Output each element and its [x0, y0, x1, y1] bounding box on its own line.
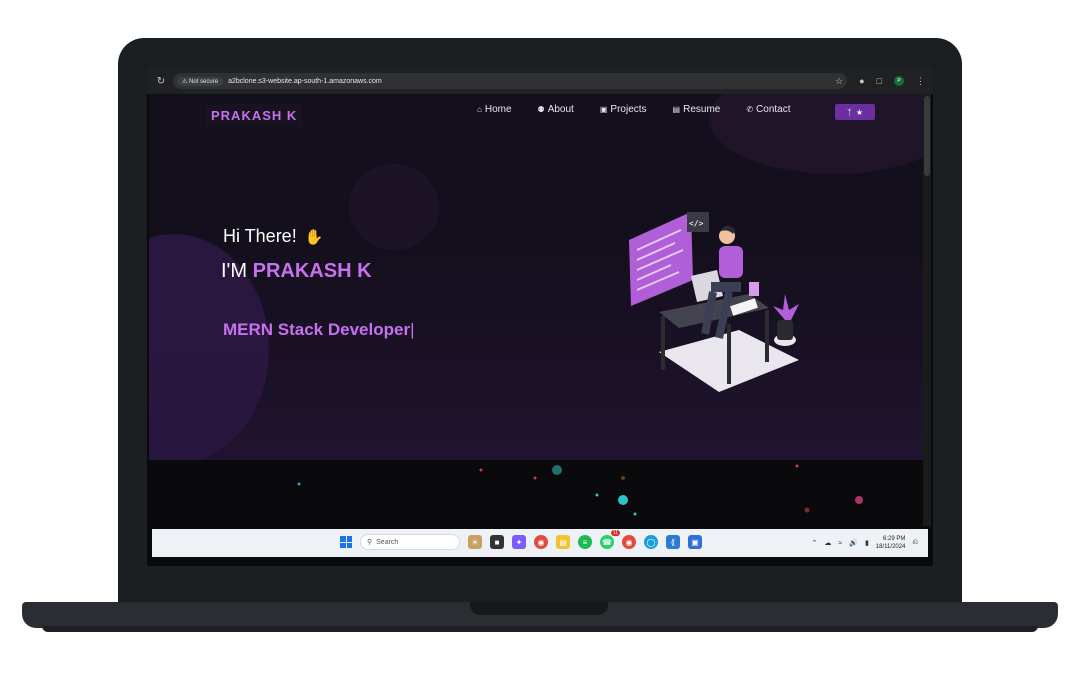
photos-icon[interactable]: ▣ — [688, 535, 702, 549]
task-view-icon[interactable]: ■ — [490, 535, 504, 549]
particle — [618, 495, 628, 505]
notification-bell-icon[interactable]: ⎌ — [912, 539, 918, 547]
phone-icon: ✆ — [746, 105, 754, 114]
copilot-icon[interactable]: ✦ — [512, 535, 526, 549]
security-label: Not secure — [189, 78, 219, 85]
role-text: MERN Stack Developer — [223, 320, 411, 339]
main-nav: ⌂ Home ⚉ About ▣ Projects ▤ Resume ✆ Contact — [477, 104, 791, 115]
widgets-icon[interactable]: ☀ — [468, 535, 482, 549]
nav-label: About — [547, 104, 574, 115]
scrollbar-thumb[interactable] — [924, 96, 930, 176]
chrome-profile-icon[interactable]: ◉ — [622, 535, 636, 549]
clock-time: 6:29 PM — [883, 536, 906, 542]
side-panel-icon[interactable]: □ — [877, 76, 882, 86]
hero-role: MERN Stack Developer| — [223, 320, 415, 340]
laptop-base-foot — [42, 626, 1038, 632]
laptop-mockup: ↻ ⚠ Not secure a2bclone.s3-website.ap-so… — [0, 0, 1080, 686]
particles-section — [149, 460, 923, 526]
developer-illustration: </> — [629, 212, 799, 392]
nav-resume[interactable]: ▤ Resume — [673, 104, 721, 115]
clock-date: 18/11/2024 — [875, 544, 906, 550]
projects-icon: ▣ — [599, 105, 608, 114]
browser-actions: ● □ P ⋮ — [859, 76, 925, 87]
menu-kebab-icon[interactable]: ⋮ — [916, 76, 925, 87]
nav-about[interactable]: ⚉ About — [538, 104, 574, 115]
nav-projects[interactable]: ▣ Projects — [600, 104, 647, 115]
whatsapp-icon[interactable]: ☎ 11 — [600, 530, 620, 549]
waving-hand-icon: ✋ — [304, 228, 324, 246]
screen: ↻ ⚠ Not secure a2bclone.s3-website.ap-so… — [147, 68, 933, 566]
vscode-icon[interactable]: ⟪ — [666, 535, 680, 549]
person-shirt — [719, 246, 743, 278]
code-tag-icon: </> — [689, 219, 704, 228]
chrome-icon[interactable]: ◉ — [534, 535, 548, 549]
chevron-up-icon[interactable]: ⌃ — [812, 539, 818, 547]
security-badge[interactable]: ⚠ Not secure — [177, 76, 224, 86]
intro-prefix: I'M — [221, 260, 248, 282]
search-icon: ⚲ — [367, 539, 373, 546]
user-icon: ⚉ — [537, 105, 545, 114]
volume-icon[interactable]: 🔊 — [849, 539, 858, 547]
nav-home[interactable]: ⌂ Home — [477, 104, 512, 115]
home-icon: ⌂ — [477, 105, 482, 114]
taskbar-apps: ⚲ Search ☀ ■ ✦ ◉ ▤ ≡ ☎ 11 ◉ ◯ ⟪ ▣ — [340, 530, 702, 550]
laptop-notch — [470, 602, 608, 615]
particle — [595, 493, 599, 497]
particle — [533, 476, 537, 480]
particle — [633, 512, 637, 516]
portfolio-page: PRAKASH K ⌂ Home ⚉ About ▣ Projects ▤ Resume… — [149, 94, 923, 526]
extension-icon[interactable]: ● — [859, 76, 864, 86]
cloud-icon[interactable]: ☁ — [824, 539, 831, 547]
url-text[interactable]: a2bclone.s3-website.ap-south-1.amazonaws… — [228, 78, 382, 85]
reload-icon[interactable]: ↻ — [155, 76, 167, 87]
spotify-icon[interactable]: ≡ — [578, 535, 592, 549]
particle — [795, 464, 799, 468]
plant-pot — [777, 320, 793, 340]
particle — [297, 482, 301, 486]
nav-contact[interactable]: ✆ Contact — [746, 104, 790, 115]
address-bar[interactable]: ⚠ Not secure a2bclone.s3-website.ap-sout… — [173, 73, 848, 89]
nav-label: Projects — [610, 104, 647, 115]
particle — [479, 468, 483, 472]
hero-name: PRAKASH K — [252, 260, 372, 282]
particle — [552, 465, 562, 475]
notification-badge: 11 — [610, 530, 620, 536]
document-icon: ▤ — [672, 105, 681, 114]
taskbar-search[interactable]: ⚲ Search — [360, 534, 460, 550]
nav-label: Contact — [756, 104, 791, 115]
cup-icon — [749, 282, 759, 296]
profile-avatar[interactable]: P — [894, 76, 904, 86]
particles-canvas — [297, 464, 863, 516]
windows-taskbar: ⚲ Search ☀ ■ ✦ ◉ ▤ ≡ ☎ 11 ◉ ◯ ⟪ ▣ ⌃ ☁ ≈ … — [152, 529, 928, 557]
battery-icon[interactable]: ▮ — [865, 539, 869, 547]
nav-label: Resume — [683, 104, 721, 115]
person-legs — [711, 282, 741, 292]
browser-toolbar: ↻ ⚠ Not secure a2bclone.s3-website.ap-so… — [147, 68, 933, 94]
typing-cursor: | — [410, 320, 415, 339]
site-logo[interactable]: PRAKASH K — [205, 104, 304, 127]
wifi-icon[interactable]: ≈ — [838, 540, 842, 547]
fork-icon: ᛉ — [847, 107, 852, 117]
windows-start-icon[interactable] — [340, 536, 352, 548]
bookmark-star-icon[interactable]: ☆ — [835, 76, 843, 87]
plant-icon — [773, 294, 799, 320]
search-label: Search — [376, 538, 399, 546]
hero-intro: I'M PRAKASH K — [221, 260, 372, 283]
particle — [855, 496, 863, 504]
hero-greeting: Hi There! ✋ — [223, 226, 323, 247]
github-star-button[interactable]: ᛉ ★ — [835, 104, 875, 120]
taskbar-clock[interactable]: 6:29 PM 18/11/2024 — [876, 535, 906, 551]
nav-label: Home — [484, 104, 512, 115]
file-explorer-icon[interactable]: ▤ — [556, 535, 570, 549]
particle — [804, 507, 810, 513]
star-icon: ★ — [855, 107, 863, 117]
edge-icon[interactable]: ◯ — [644, 535, 658, 549]
system-tray: ⌃ ☁ ≈ 🔊 ▮ 6:29 PM 18/11/2024 ⎌ — [812, 535, 919, 551]
greeting-text: Hi There! — [223, 226, 297, 246]
particle — [621, 476, 625, 480]
